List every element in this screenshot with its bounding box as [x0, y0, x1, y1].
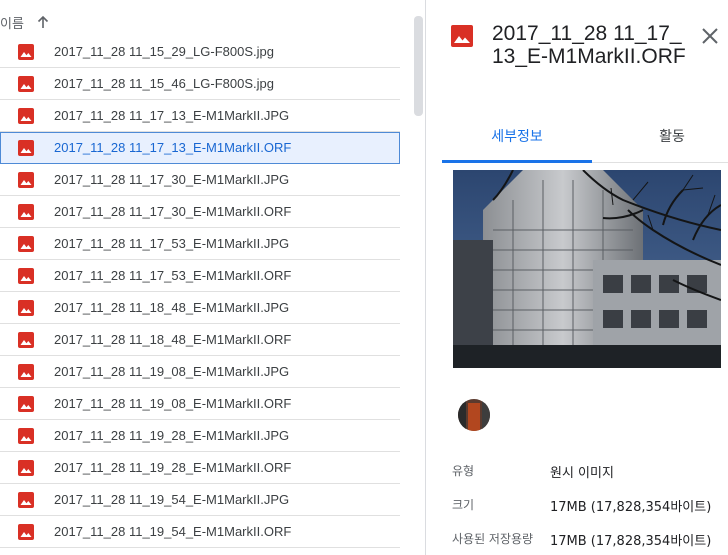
- file-name: 2017_11_28 11_19_08_E-M1MarkII.JPG: [54, 364, 290, 379]
- file-row[interactable]: 2017_11_28 11_18_48_E-M1MarkII.JPG: [0, 292, 400, 324]
- image-file-icon: [451, 25, 473, 47]
- file-name: 2017_11_28 11_19_54_E-M1MarkII.JPG: [54, 492, 290, 507]
- image-file-icon: [18, 76, 34, 92]
- file-row[interactable]: 2017_11_28 11_17_30_E-M1MarkII.JPG: [0, 164, 400, 196]
- list-scrollbar[interactable]: [414, 16, 423, 116]
- file-name: 2017_11_28 11_18_48_E-M1MarkII.JPG: [54, 300, 290, 315]
- image-file-icon: [18, 364, 34, 380]
- file-row[interactable]: 2017_11_28 11_19_54_E-M1MarkII.JPG: [0, 484, 400, 516]
- details-pane: 2017_11_28 11_17_13_E-M1MarkII.ORF 세부정보 …: [426, 0, 728, 555]
- file-row[interactable]: 2017_11_28 11_15_29_LG-F800S.jpg: [0, 36, 400, 68]
- file-row[interactable]: 2017_11_28 11_17_13_E-M1MarkII.JPG: [0, 100, 400, 132]
- file-row[interactable]: 2017_11_28 11_17_13_E-M1MarkII.ORF: [0, 132, 400, 164]
- file-name: 2017_11_28 11_17_13_E-M1MarkII.ORF: [54, 140, 292, 155]
- file-name: 2017_11_28 11_17_53_E-M1MarkII.JPG: [54, 236, 290, 251]
- file-name: 2017_11_28 11_17_30_E-M1MarkII.JPG: [54, 172, 290, 187]
- image-file-icon: [18, 300, 34, 316]
- file-properties: 유형 원시 이미지크기 17MB (17,828,354바이트) 사용된 저장용량 17…: [452, 458, 728, 555]
- details-tabs: 세부정보 활동: [442, 118, 728, 163]
- property-value: 17MB (17,828,354바이트): [550, 500, 712, 515]
- file-name: 2017_11_28 11_15_46_LG-F800S.jpg: [54, 76, 274, 91]
- file-name: 2017_11_28 11_19_28_E-M1MarkII.ORF: [54, 460, 292, 475]
- file-name: 2017_11_28 11_19_28_E-M1MarkII.JPG: [54, 428, 290, 443]
- owner-avatar[interactable]: [458, 399, 490, 431]
- file-row[interactable]: 2017_11_28 11_19_08_E-M1MarkII.JPG: [0, 356, 400, 388]
- property-row: 사용된 저장용량 17MB (17,828,354바이트): [452, 526, 728, 555]
- file-name: 2017_11_28 11_17_13_E-M1MarkII.JPG: [54, 108, 290, 123]
- image-file-icon: [18, 524, 34, 540]
- property-key: 유형: [452, 464, 475, 478]
- file-name: 2017_11_28 11_15_29_LG-F800S.jpg: [54, 44, 274, 59]
- image-file-icon: [18, 44, 34, 60]
- file-name: 2017_11_28 11_17_30_E-M1MarkII.ORF: [54, 204, 292, 219]
- tab-details[interactable]: 세부정보: [442, 118, 592, 163]
- preview-image: [453, 170, 721, 368]
- image-file-icon: [18, 428, 34, 444]
- image-file-icon: [18, 236, 34, 252]
- file-list-pane: 이름 2017_11_28 11_15_29_LG-F800S.jpg 2017_…: [0, 0, 426, 555]
- arrow-up-icon[interactable]: [36, 15, 50, 29]
- file-name: 2017_11_28 11_18_48_E-M1MarkII.ORF: [54, 332, 292, 347]
- sort-by-name-label[interactable]: 이름: [0, 13, 24, 32]
- property-value: 원시 이미지: [550, 466, 614, 481]
- file-row[interactable]: 2017_11_28 11_15_46_LG-F800S.jpg: [0, 68, 400, 100]
- image-file-icon: [18, 492, 34, 508]
- close-icon[interactable]: [701, 27, 719, 45]
- image-preview: [453, 170, 721, 368]
- image-file-icon: [18, 204, 34, 220]
- details-title: 2017_11_28 11_17_13_E-M1MarkII.ORF: [492, 22, 686, 68]
- avatar-image: [458, 399, 490, 431]
- image-file-icon: [18, 140, 34, 156]
- file-rows: 2017_11_28 11_15_29_LG-F800S.jpg 2017_11_…: [0, 36, 400, 548]
- file-name: 2017_11_28 11_17_53_E-M1MarkII.ORF: [54, 268, 292, 283]
- file-row[interactable]: 2017_11_28 11_17_53_E-M1MarkII.JPG: [0, 228, 400, 260]
- file-name: 2017_11_28 11_19_54_E-M1MarkII.ORF: [54, 524, 292, 539]
- image-file-icon: [18, 332, 34, 348]
- file-row[interactable]: 2017_11_28 11_19_28_E-M1MarkII.JPG: [0, 420, 400, 452]
- property-key: 사용된 저장용량: [452, 532, 534, 546]
- image-file-icon: [18, 396, 34, 412]
- image-file-icon: [18, 460, 34, 476]
- property-key: 크기: [452, 498, 475, 512]
- image-file-icon: [18, 108, 34, 124]
- image-file-icon: [18, 268, 34, 284]
- file-name: 2017_11_28 11_19_08_E-M1MarkII.ORF: [54, 396, 292, 411]
- file-row[interactable]: 2017_11_28 11_18_48_E-M1MarkII.ORF: [0, 324, 400, 356]
- file-row[interactable]: 2017_11_28 11_19_28_E-M1MarkII.ORF: [0, 452, 400, 484]
- file-row[interactable]: 2017_11_28 11_17_53_E-M1MarkII.ORF: [0, 260, 400, 292]
- tab-activity[interactable]: 활동: [642, 118, 702, 162]
- property-row: 크기 17MB (17,828,354바이트): [452, 492, 728, 526]
- file-row[interactable]: 2017_11_28 11_19_54_E-M1MarkII.ORF: [0, 516, 400, 548]
- image-file-icon: [18, 172, 34, 188]
- file-row[interactable]: 2017_11_28 11_17_30_E-M1MarkII.ORF: [0, 196, 400, 228]
- property-row: 유형 원시 이미지: [452, 458, 728, 492]
- property-value: 17MB (17,828,354바이트): [550, 534, 712, 549]
- file-row[interactable]: 2017_11_28 11_19_08_E-M1MarkII.ORF: [0, 388, 400, 420]
